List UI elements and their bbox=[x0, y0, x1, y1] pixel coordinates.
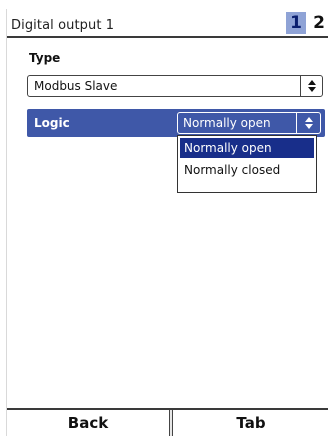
type-select-value: Modbus Slave bbox=[34, 79, 118, 93]
page-title: Digital output 1 bbox=[11, 18, 115, 33]
dropdown-option-normally-closed[interactable]: Normally closed bbox=[180, 160, 314, 180]
logic-row[interactable]: Logic Normally open bbox=[27, 109, 325, 137]
dropdown-option-normally-open[interactable]: Normally open bbox=[180, 138, 314, 158]
back-button[interactable]: Back bbox=[7, 410, 169, 436]
type-select[interactable]: Modbus Slave bbox=[27, 75, 323, 97]
page-1-indicator[interactable]: 1 bbox=[286, 12, 306, 34]
up-down-arrows-icon[interactable] bbox=[300, 76, 322, 96]
page-2-indicator[interactable]: 2 bbox=[309, 12, 328, 34]
device-screen: Digital output 1 1 2 Type Modbus Slave L… bbox=[6, 9, 328, 436]
page-indicator: 1 2 bbox=[286, 12, 328, 34]
tab-button[interactable]: Tab bbox=[173, 410, 328, 436]
logic-dropdown-list: Normally open Normally closed bbox=[177, 135, 317, 193]
logic-label: Logic bbox=[34, 116, 70, 130]
up-down-arrows-icon[interactable] bbox=[296, 113, 320, 133]
type-label: Type bbox=[29, 51, 61, 65]
logic-select-value: Normally open bbox=[183, 116, 271, 130]
header-bar: Digital output 1 1 2 bbox=[7, 9, 328, 38]
logic-select[interactable]: Normally open bbox=[177, 112, 321, 134]
softkey-bar: Back Tab bbox=[7, 408, 328, 436]
